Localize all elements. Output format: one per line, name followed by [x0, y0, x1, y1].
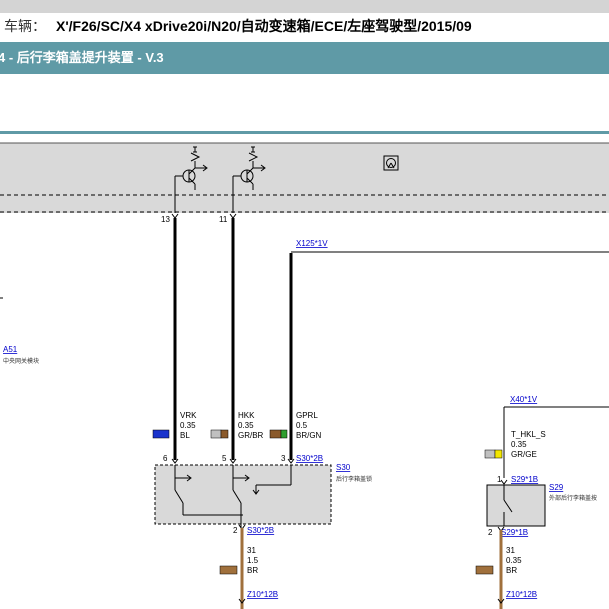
wire-color-swatch: [494, 449, 503, 459]
wire-gnd-right-signal: 31: [506, 546, 515, 555]
pin-label-2: 2: [233, 526, 238, 535]
wire-color-swatch: [280, 429, 288, 439]
wire-hkk-size: 0.35: [238, 421, 254, 430]
wire-color-swatch: [219, 565, 238, 575]
wire-thkl-size: 0.35: [511, 440, 527, 449]
s29-code-link[interactable]: S29: [549, 483, 564, 492]
wire-gnd-left-signal: 31: [247, 546, 256, 555]
wire-gnd-right-size: 0.35: [506, 556, 522, 565]
wire-color-swatch: [210, 429, 222, 439]
z10-left-connector-link[interactable]: Z10*12B: [247, 590, 278, 599]
wire-thkl-signal: T_HKL_S: [511, 430, 546, 439]
s30-top-connector-link[interactable]: S30*2B: [296, 454, 323, 463]
s29-name: 外部后行李箱盖按: [549, 494, 597, 502]
wire-hkk-color: GR/BR: [238, 431, 264, 440]
s29-top-connector-link[interactable]: S29*1B: [511, 475, 538, 484]
pin-arrow: [171, 213, 179, 219]
pin-label-3: 3: [281, 454, 286, 463]
wire-gprl-size: 0.5: [296, 421, 308, 430]
pin-arrow: [229, 213, 237, 219]
wire-color-swatch: [152, 429, 170, 439]
wire-thkl-color: GR/GE: [511, 450, 537, 459]
z10-right-connector-link[interactable]: Z10*12B: [506, 590, 537, 599]
s29-bottom-connector-link[interactable]: S29*1B: [501, 528, 528, 537]
wire-gnd-right-color: BR: [506, 566, 517, 575]
wire-gnd-left-color: BR: [247, 566, 258, 575]
s29-module-body: [486, 484, 546, 527]
wire-vrk-size: 0.35: [180, 421, 196, 430]
pin-label-1: 1: [497, 475, 502, 484]
pin-label-6: 6: [163, 454, 168, 463]
pin-arrow: [500, 479, 508, 485]
wire-color-swatch: [484, 449, 496, 459]
x40-connector-link[interactable]: X40*1V: [510, 395, 538, 404]
pin-label-11: 11: [219, 215, 228, 224]
a51-module-body: [0, 143, 609, 213]
wire-gprl-signal: GPRL: [296, 411, 318, 420]
wire-color-swatch: [269, 429, 282, 439]
s30-bottom-connector-link[interactable]: S30*2B: [247, 526, 274, 535]
wire-vrk-color: BL: [180, 431, 190, 440]
wire-gprl-color: BR/GN: [296, 431, 322, 440]
wire-vrk-signal: VRK: [180, 411, 197, 420]
a51-name: 中央网关模块: [3, 357, 39, 365]
wiring-diagram: 13 11 A51 中央网关模块 X125*1V VRK 0.35 BL HKK…: [0, 142, 609, 609]
wire-hkk-signal: HKK: [238, 411, 255, 420]
x125-connector-link[interactable]: X125*1V: [296, 239, 328, 248]
wire-gnd-left-size: 1.5: [247, 556, 259, 565]
s30-code-link[interactable]: S30: [336, 463, 351, 472]
wire-color-swatch: [475, 565, 494, 575]
pin-label-5: 5: [222, 454, 227, 463]
s30-name: 后行李箱盖锁: [336, 475, 372, 483]
wire-color-swatch: [220, 429, 229, 439]
a51-code-link[interactable]: A51: [3, 345, 18, 354]
pin-label-13: 13: [161, 215, 170, 224]
pin-label-2: 2: [488, 528, 493, 537]
